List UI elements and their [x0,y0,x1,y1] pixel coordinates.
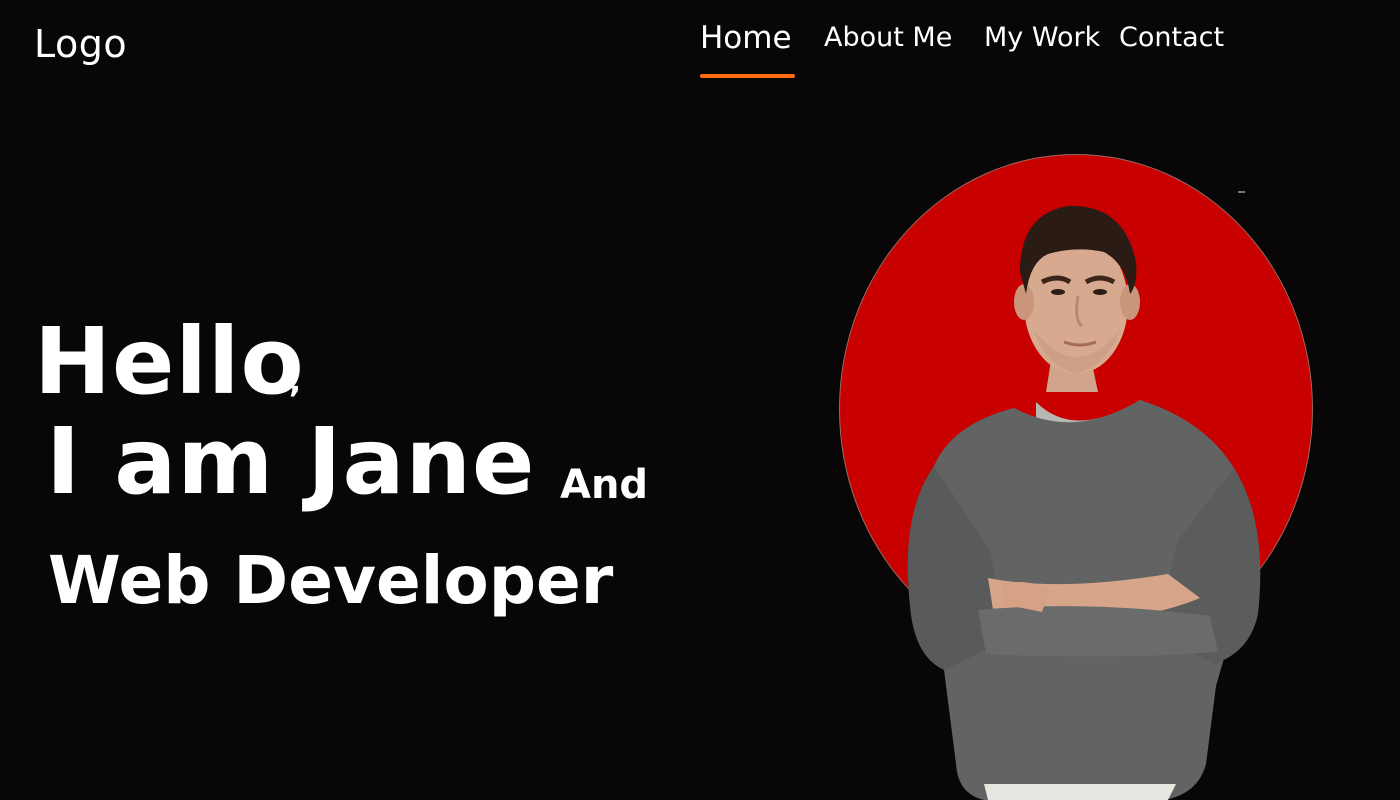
eye-left [1051,289,1065,295]
hero-greeting: Hello [34,308,305,415]
hero-connector: And [560,462,649,508]
nav-about-me[interactable]: About Me [824,20,952,56]
portrait-area [838,154,1316,800]
eye-right [1093,289,1107,295]
nav-my-work[interactable]: My Work [984,20,1100,56]
hero-comma: , [289,362,302,400]
active-nav-underline [700,74,795,78]
nav-home[interactable]: Home [700,20,792,56]
nav-contact[interactable]: Contact [1119,20,1224,56]
top-nav: Home About Me My Work Contact [0,20,1400,90]
pants [984,784,1176,800]
crossed-forearm-front [978,606,1218,657]
hero-role: Web Developer [48,542,614,619]
person-portrait [907,205,1261,800]
ear-left [1014,284,1034,320]
hero-intro: I am Jane [46,408,536,515]
